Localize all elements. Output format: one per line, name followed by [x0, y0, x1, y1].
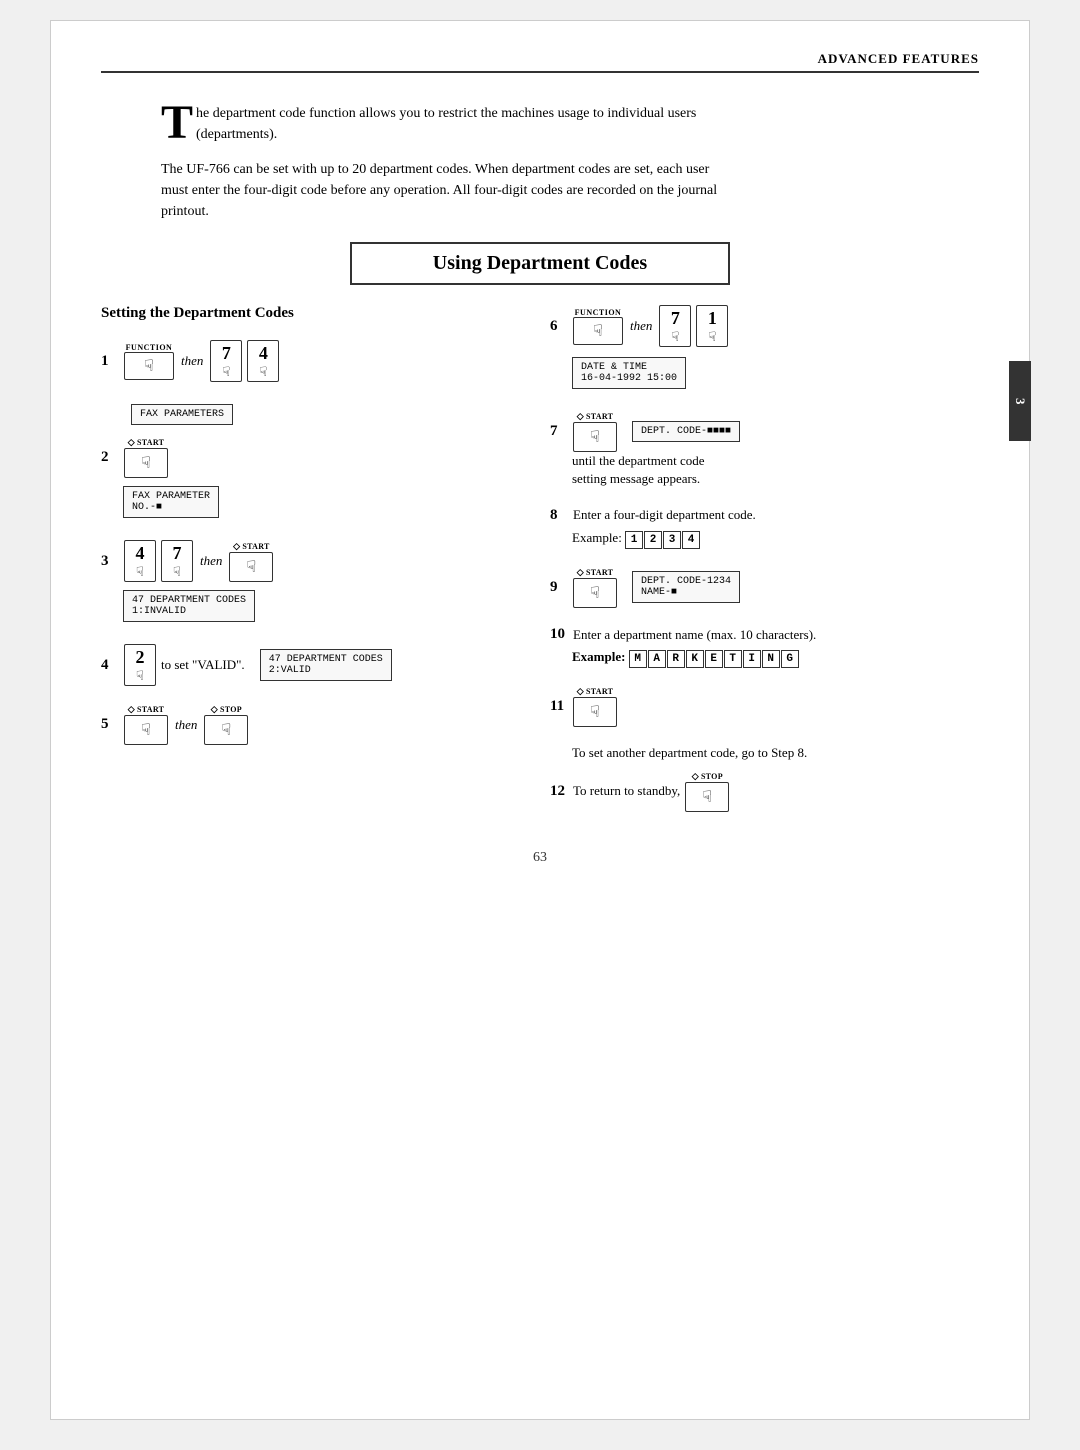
step10-example: Example: M A R K E T I N G — [572, 648, 979, 668]
step8-example: Example: 1 2 3 4 — [572, 529, 979, 549]
section-title: Using Department Codes — [350, 242, 730, 285]
step-5: 5 ◇START ☟ then ◇STOP ☟ — [101, 704, 520, 745]
key-4-step1: 4 ☟ — [247, 340, 279, 382]
step-6: 6 FUNCTION ☟ then 7 ☟ 1 ☟ — [550, 305, 979, 393]
step-12: 12 To return to standby, ◇STOP ☟ — [550, 771, 979, 812]
step-num-9: 9 — [550, 579, 568, 596]
step-num-12: 12 — [550, 783, 568, 800]
drop-cap: T — [161, 103, 193, 144]
key-1-step6: 1 ☟ — [696, 305, 728, 347]
intro-para2: The UF-766 can be set with up to 20 depa… — [161, 159, 721, 222]
page-header: ADVANCED FEATURES — [101, 51, 979, 73]
step-8: 8 Enter a four-digit department code. Ex… — [550, 506, 979, 548]
step-num-8: 8 — [550, 507, 568, 524]
display-fax-param-no: FAX PARAMETERNO.-■ — [123, 486, 219, 518]
step-4: 4 2 ☟ to set "VALID". 47 DEPARTMENT CODE… — [101, 644, 520, 686]
step7-note: until the department codesetting message… — [572, 452, 979, 488]
page: ADVANCED FEATURES 3 T he department code… — [50, 20, 1030, 1420]
display-47-dept-valid: 47 DEPARTMENT CODES2:VALID — [260, 649, 392, 681]
step-num-2: 2 — [101, 449, 119, 466]
left-col-title: Setting the Department Codes — [101, 305, 520, 322]
function-key-1: FUNCTION ☟ — [124, 343, 174, 380]
step-num-4: 4 — [101, 657, 119, 674]
display-47-dept-invalid: 47 DEPARTMENT CODES1:INVALID — [123, 590, 255, 622]
start-key-step9: ◇START ☟ — [573, 567, 617, 608]
key-2-step4: 2 ☟ — [124, 644, 156, 686]
function-key-6: FUNCTION ☟ — [573, 308, 623, 345]
step-11: 11 ◇START ☟ — [550, 686, 979, 727]
step12-text: To return to standby, — [573, 782, 680, 800]
step-num-3: 3 — [101, 553, 119, 570]
step-num-5: 5 — [101, 716, 119, 733]
display-dept-code-1234: DEPT. CODE-1234NAME-■ — [632, 571, 740, 603]
start-key-step5: ◇START ☟ — [124, 704, 168, 745]
key-7-step6: 7 ☟ — [659, 305, 691, 347]
step-num-6: 6 — [550, 318, 568, 335]
left-column: Setting the Department Codes 1 FUNCTION … — [101, 305, 540, 830]
step-2: 2 ◇START ☟ FAX PARAMETERNO.-■ — [101, 437, 520, 522]
right-column: 6 FUNCTION ☟ then 7 ☟ 1 ☟ — [540, 305, 979, 830]
step-num-1: 1 — [101, 353, 119, 370]
step8-text: Enter a four-digit department code. — [573, 506, 756, 524]
side-tab: 3 — [1009, 361, 1031, 441]
step4-text: to set "VALID". — [161, 656, 245, 674]
display-date-time: DATE & TIME16-04-1992 15:00 — [572, 357, 686, 389]
intro-para1: T he department code function allows you… — [161, 103, 721, 145]
key-7-step1: 7 ☟ — [210, 340, 242, 382]
step-9: 9 ◇START ☟ DEPT. CODE-1234NAME-■ — [550, 567, 979, 608]
start-key-step2: ◇START ☟ — [124, 437, 168, 478]
header-title: ADVANCED FEATURES — [818, 51, 979, 66]
step-3: 3 4 ☟ 7 ☟ then ◇START ☟ — [101, 540, 520, 626]
step-num-11: 11 — [550, 698, 568, 715]
step-num-10: 10 — [550, 626, 568, 643]
step10-text: Enter a department name (max. 10 charact… — [573, 626, 816, 644]
start-key-step3: ◇START ☟ — [229, 541, 273, 582]
step-num-7: 7 — [550, 423, 568, 440]
two-column-layout: Setting the Department Codes 1 FUNCTION … — [101, 305, 979, 830]
key-4-step3: 4 ☟ — [124, 540, 156, 582]
key-7-step3: 7 ☟ — [161, 540, 193, 582]
display-fax-params: FAX PARAMETERS — [131, 400, 520, 429]
start-key-step11: ◇START ☟ — [573, 686, 617, 727]
step-1: 1 FUNCTION ☟ then 7 ☟ — [101, 340, 520, 382]
page-number: 63 — [101, 850, 979, 866]
step-10: 10 Enter a department name (max. 10 char… — [550, 626, 979, 668]
display-dept-code-prompt: DEPT. CODE-■■■■ — [632, 421, 740, 442]
stop-key-step5: ◇STOP ☟ — [204, 704, 248, 745]
step11-note: To set another department code, go to St… — [572, 745, 979, 761]
step-7: 7 ◇START ☟ DEPT. CODE-■■■■ until the dep… — [550, 411, 979, 488]
intro-section: T he department code function allows you… — [161, 103, 741, 222]
stop-key-step12: ◇STOP ☟ — [685, 771, 729, 812]
start-key-step7: ◇START ☟ — [573, 411, 617, 452]
